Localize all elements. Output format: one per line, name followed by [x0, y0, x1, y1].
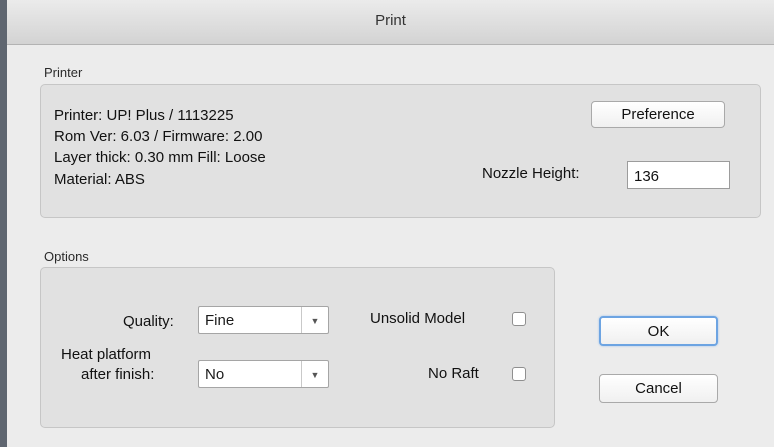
chevron-down-icon: ▼ — [301, 307, 328, 333]
window-title: Print — [375, 12, 406, 29]
heat-platform-select-value: No — [205, 366, 225, 383]
nozzle-height-field[interactable] — [627, 161, 730, 189]
no-raft-label: No Raft — [428, 365, 479, 382]
heat-platform-select[interactable]: No ▼ — [198, 360, 329, 388]
ok-button[interactable]: OK — [599, 316, 718, 346]
no-raft-checkbox[interactable] — [512, 367, 526, 381]
preference-button[interactable]: Preference — [591, 101, 725, 128]
printer-group-label: Printer — [44, 65, 83, 80]
material-text: Material: ABS — [54, 171, 145, 188]
layer-fill-text: Layer thick: 0.30 mm Fill: Loose — [54, 149, 266, 166]
heat-platform-label-line1: Heat platform — [61, 346, 152, 363]
print-dialog: Print Printer Printer: UP! Plus / 111322… — [7, 0, 774, 447]
quality-label: Quality: — [123, 313, 174, 330]
unsolid-model-label: Unsolid Model — [370, 310, 466, 327]
options-group: Quality: Fine ▼ Heat platform after fini… — [40, 267, 555, 428]
cancel-button[interactable]: Cancel — [599, 374, 718, 403]
unsolid-model-checkbox[interactable] — [512, 312, 526, 326]
printer-group: Printer: UP! Plus / 1113225 Rom Ver: 6.0… — [40, 84, 761, 218]
chevron-down-icon: ▼ — [301, 361, 328, 387]
printer-model-text: Printer: UP! Plus / 1113225 — [54, 107, 234, 124]
quality-select[interactable]: Fine ▼ — [198, 306, 329, 334]
desktop-edge — [0, 0, 7, 447]
heat-platform-label-line2: after finish: — [81, 366, 155, 383]
rom-firmware-text: Rom Ver: 6.03 / Firmware: 2.00 — [54, 128, 263, 145]
nozzle-height-label: Nozzle Height: — [482, 165, 580, 182]
title-bar[interactable]: Print — [7, 0, 774, 45]
options-group-label: Options — [44, 249, 89, 264]
quality-select-value: Fine — [205, 312, 235, 329]
